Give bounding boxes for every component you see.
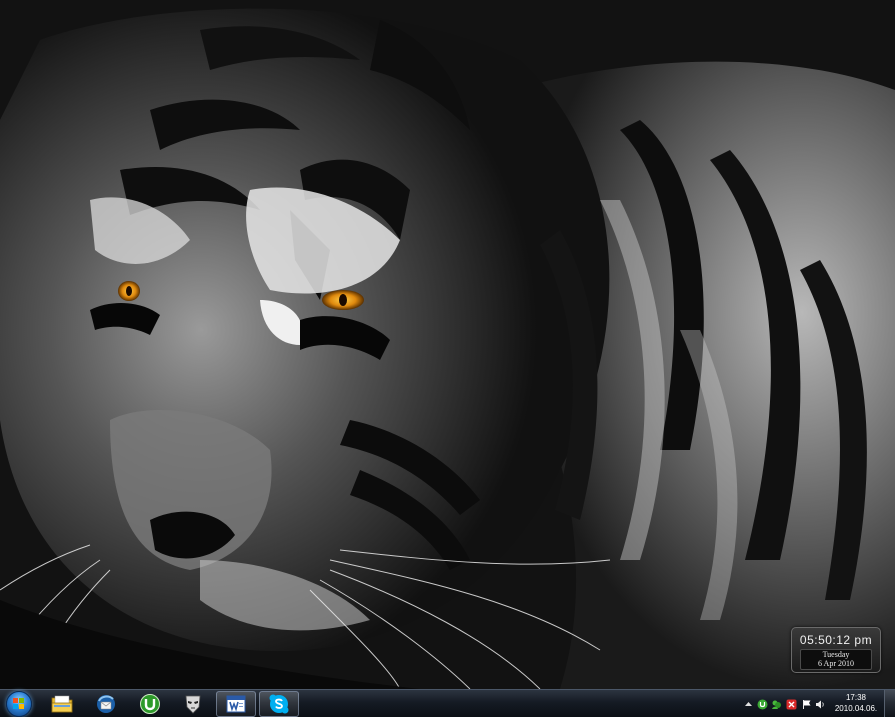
clock-gadget[interactable]: 05:50:12 pm Tuesday 6 Apr 2010 (791, 627, 881, 673)
taskbar-thunderbird[interactable] (86, 691, 126, 717)
taskbar-utorrent[interactable] (130, 691, 170, 717)
desktop[interactable]: 05:50:12 pm Tuesday 6 Apr 2010 17:38 201… (0, 0, 895, 717)
clock-weekday: Tuesday (822, 650, 850, 659)
start-button[interactable] (2, 691, 36, 717)
clock-date: 6 Apr 2010 (818, 659, 854, 668)
taskbar-app-mask[interactable] (173, 691, 213, 717)
skype-icon (269, 694, 289, 714)
taskbar-skype[interactable] (259, 691, 299, 717)
taskbar: 17:38 2010.04.06. (0, 689, 895, 717)
system-tray: 17:38 2010.04.06. (725, 690, 895, 717)
word-icon (226, 695, 246, 713)
thunderbird-icon (97, 695, 115, 713)
utorrent-tray-icon[interactable] (757, 699, 768, 710)
clock-time: 05:50:12 pm (799, 633, 873, 647)
show-hidden-icons-arrow-icon[interactable] (743, 699, 754, 710)
action-center-flag-icon[interactable] (801, 699, 812, 710)
clock-date-box: Tuesday 6 Apr 2010 (800, 649, 872, 670)
messenger-tray-icon[interactable] (771, 699, 782, 710)
antivirus-tray-icon[interactable] (786, 699, 797, 710)
windows-start-orb-icon (6, 691, 32, 717)
volume-icon[interactable] (815, 699, 826, 710)
tray-clock-time[interactable]: 17:38 (831, 693, 881, 702)
taskbar-word[interactable] (216, 691, 256, 717)
mask-icon (185, 695, 201, 714)
tray-clock-date[interactable]: 2010.04.06. (831, 704, 881, 713)
utorrent-icon (140, 694, 160, 714)
show-desktop-button[interactable] (884, 690, 895, 717)
folder-icon (51, 695, 73, 713)
tiger-wallpaper (0, 0, 895, 689)
taskbar-file-explorer[interactable] (42, 691, 82, 717)
